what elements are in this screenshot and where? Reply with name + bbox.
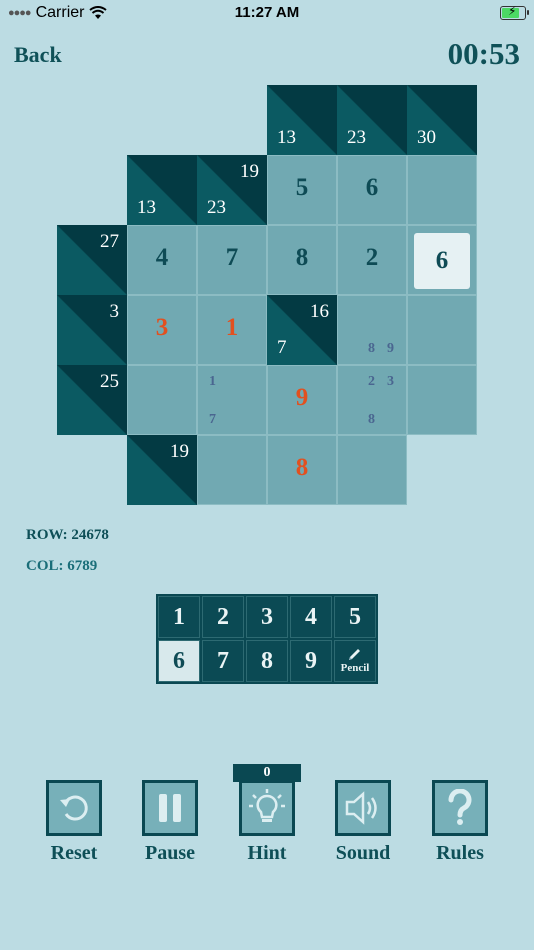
clue-down: 23 <box>347 127 366 148</box>
grid-cell[interactable]: 8 <box>267 435 337 505</box>
clue-across: 3 <box>109 301 120 322</box>
grid-cell[interactable] <box>197 435 267 505</box>
grid-cell[interactable]: 8 9 <box>337 295 407 365</box>
clue-cell: 27 <box>57 225 127 295</box>
cell-value-error: 3 <box>155 314 169 341</box>
grid-cell[interactable]: 1 7 <box>197 365 267 435</box>
clue-cell: 16 7 <box>267 295 337 365</box>
grid-cell[interactable]: 2 3 8 <box>337 365 407 435</box>
pause-label: Pause <box>145 842 195 864</box>
clue-across: 25 <box>100 371 119 392</box>
status-time: 11:27 AM <box>234 4 300 21</box>
cell-value: 8 <box>295 244 309 271</box>
pencil-mark: 3 <box>387 374 394 389</box>
selected-cell-value: 6 <box>414 233 470 289</box>
pencil-mark: 2 <box>368 374 375 389</box>
grid-cell[interactable] <box>127 365 197 435</box>
clue-cell: 19 <box>127 435 197 505</box>
grid-cell[interactable]: 7 <box>197 225 267 295</box>
lightbulb-icon <box>249 789 285 822</box>
reset-icon <box>60 795 88 821</box>
grid-cell[interactable]: 3 <box>127 295 197 365</box>
clue-across: 19 <box>170 441 189 462</box>
cell-value: 4 <box>155 244 169 271</box>
sound-label: Sound <box>335 842 391 864</box>
key-5[interactable]: 5 <box>334 596 376 638</box>
reset-label: Reset <box>50 842 98 864</box>
back-button[interactable]: Back <box>14 42 62 68</box>
clue-across: 19 <box>240 161 259 182</box>
pencil-mark: 9 <box>387 341 394 356</box>
grid-cell[interactable] <box>407 295 477 365</box>
cell-value-error: 1 <box>225 314 239 341</box>
clue-cell: 13 <box>267 85 337 155</box>
key-1[interactable]: 1 <box>158 596 200 638</box>
hint-button[interactable]: Hint <box>224 780 310 865</box>
clue-down: 13 <box>137 197 156 218</box>
clue-down: 23 <box>207 197 226 218</box>
grid-cell[interactable] <box>407 365 477 435</box>
key-9[interactable]: 9 <box>290 640 332 682</box>
game-timer: 00:53 <box>447 36 520 71</box>
pause-icon <box>159 794 181 822</box>
key-6[interactable]: 6 <box>158 640 200 682</box>
battery-icon: ⚡ <box>500 4 529 20</box>
clue-across: 27 <box>100 231 119 252</box>
clue-cell: 23 <box>337 85 407 155</box>
cell-value: 2 <box>365 244 379 271</box>
cell-value-error: 9 <box>295 384 309 411</box>
pencil-button[interactable]: Pencil <box>334 640 376 682</box>
clue-down: 30 <box>417 127 436 148</box>
clue-cell: 13 <box>127 155 197 225</box>
grid-cell[interactable]: 2 <box>337 225 407 295</box>
key-4[interactable]: 4 <box>290 596 332 638</box>
rules-label: Rules <box>436 842 484 864</box>
key-2[interactable]: 2 <box>202 596 244 638</box>
sound-button[interactable]: Sound <box>320 780 406 865</box>
pause-button[interactable]: Pause <box>127 780 213 865</box>
pencil-icon <box>349 649 360 660</box>
key-7[interactable]: 7 <box>202 640 244 682</box>
clue-cell: 30 <box>407 85 477 155</box>
grid-cell[interactable]: 9 <box>267 365 337 435</box>
reset-button[interactable]: Reset <box>31 780 117 865</box>
key-3[interactable]: 3 <box>246 596 288 638</box>
rules-button[interactable]: Rules <box>417 780 503 865</box>
grid-cell[interactable]: 4 <box>127 225 197 295</box>
cell-value: 5 <box>295 174 309 201</box>
cell-value: 6 <box>365 174 379 201</box>
row-candidates: ROW: 24678 <box>26 527 109 543</box>
grid-cell[interactable]: 6 <box>337 155 407 225</box>
pencil-mark: 8 <box>368 341 375 356</box>
grid-cell[interactable]: 8 <box>267 225 337 295</box>
grid-cell[interactable] <box>407 155 477 225</box>
clue-down: 13 <box>277 127 296 148</box>
clue-cell: 3 <box>57 295 127 365</box>
clue-down: 7 <box>277 337 287 358</box>
cell-value-error: 8 <box>295 454 309 481</box>
col-candidates: COL: 6789 <box>26 558 98 574</box>
clue-cell: 25 <box>57 365 127 435</box>
grid-cell[interactable] <box>337 435 407 505</box>
question-icon <box>448 789 472 825</box>
pencil-mark: 8 <box>368 412 375 427</box>
grid-cell-selected[interactable]: 6 <box>407 225 477 295</box>
pencil-mark: 1 <box>209 374 216 389</box>
speaker-icon <box>345 791 377 825</box>
number-keypad: 1 2 3 4 5 6 7 8 9 Pencil <box>156 594 378 684</box>
pencil-mark: 7 <box>209 412 216 427</box>
clue-cell: 19 23 <box>197 155 267 225</box>
status-bar: ●●●● Carrier 11:27 AM ⚡ <box>0 0 534 28</box>
cell-value: 7 <box>225 244 239 271</box>
grid-cell[interactable]: 5 <box>267 155 337 225</box>
grid-cell[interactable]: 1 <box>197 295 267 365</box>
hint-label: Hint <box>247 842 287 864</box>
clue-across: 16 <box>310 301 329 322</box>
pencil-label: Pencil <box>340 662 370 674</box>
key-8[interactable]: 8 <box>246 640 288 682</box>
